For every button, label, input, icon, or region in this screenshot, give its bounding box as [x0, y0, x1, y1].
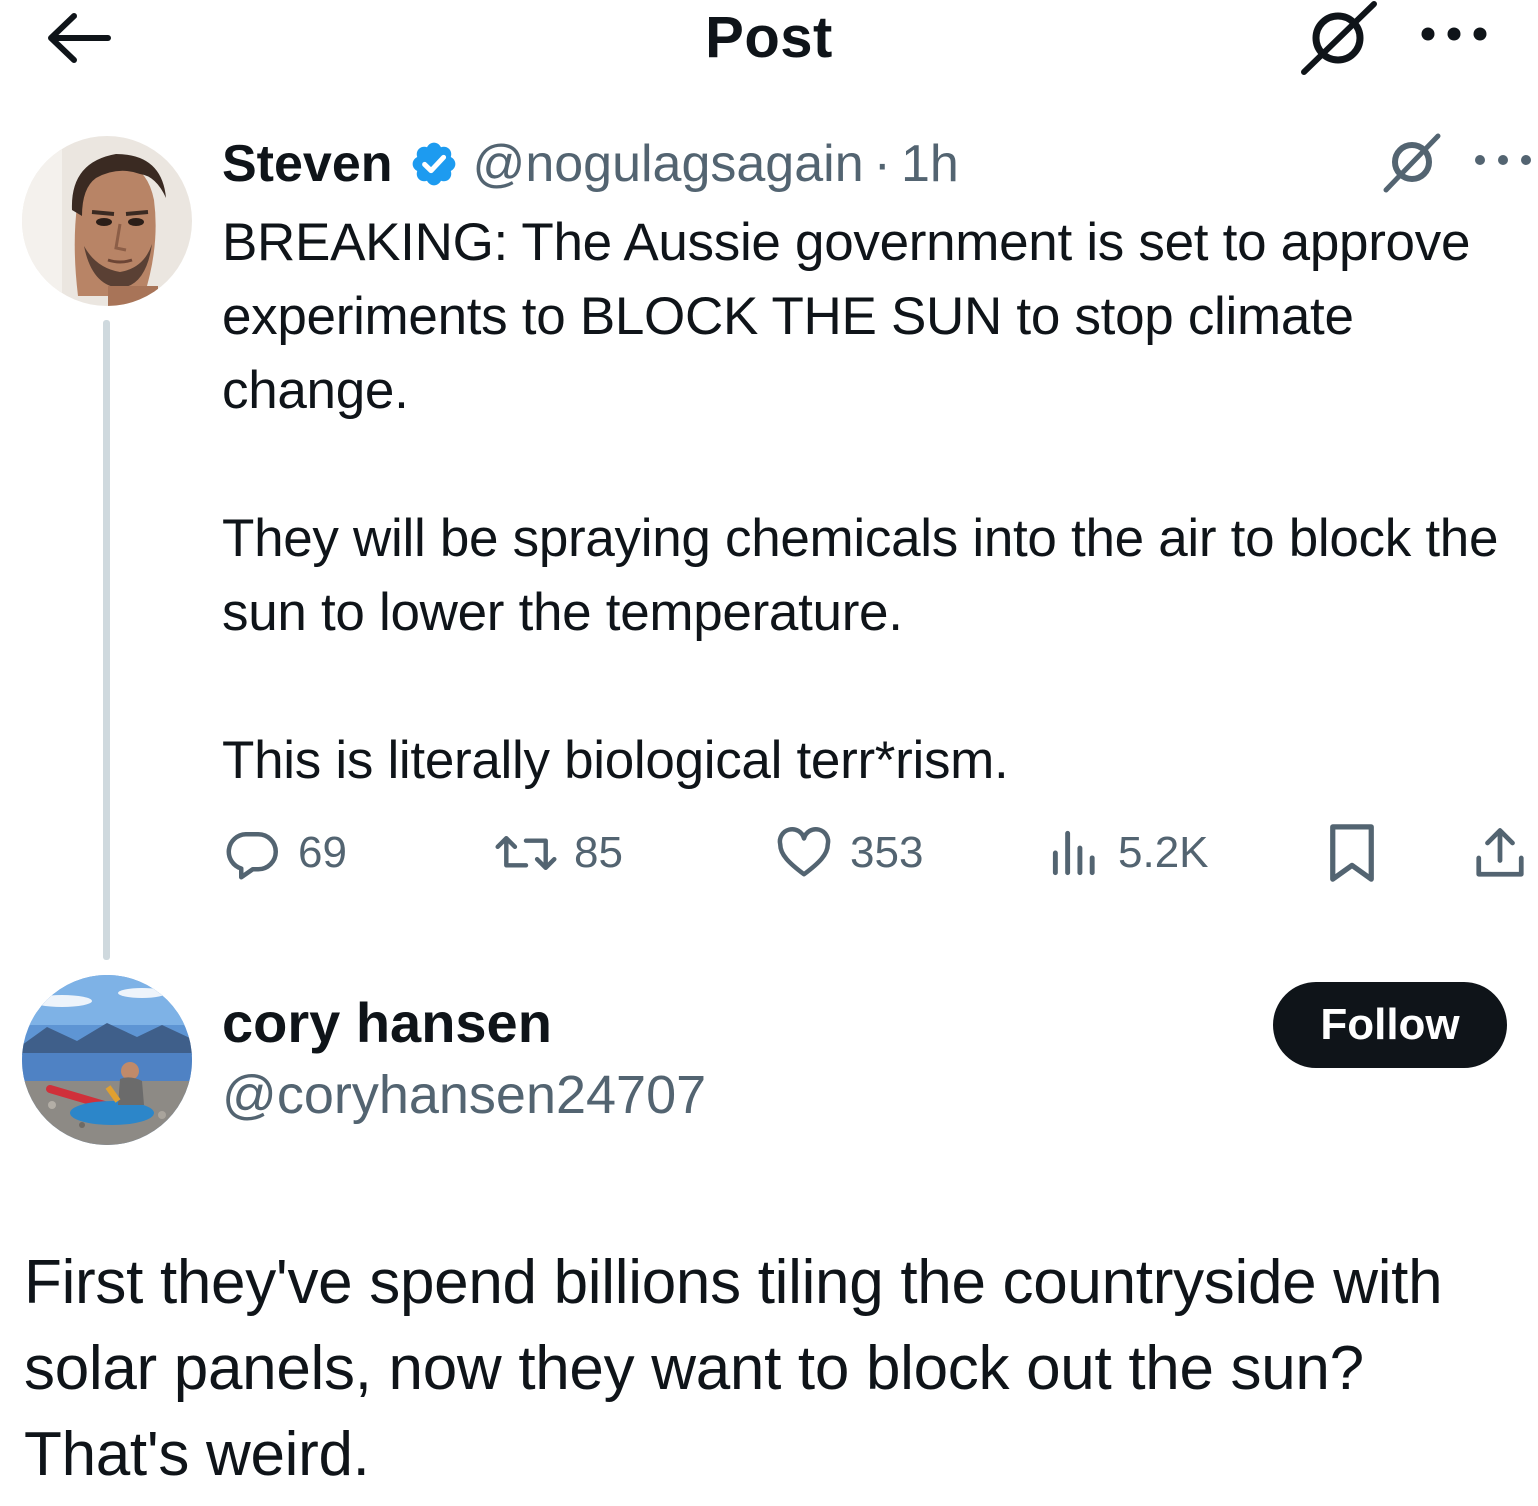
author-display-name[interactable]: Steven	[222, 134, 393, 194]
grok-icon	[1383, 133, 1441, 193]
tweet-grok-button[interactable]	[1378, 128, 1448, 194]
reply-author-handle[interactable]: @coryhansen24707	[222, 1064, 706, 1126]
reply-count: 69	[298, 828, 347, 877]
tweet-text: BREAKING: The Aussie government is set t…	[222, 213, 1499, 790]
share-icon	[1476, 828, 1524, 877]
views-button[interactable]: 5.2K	[1048, 820, 1209, 886]
verified-badge-icon	[409, 139, 459, 189]
share-button[interactable]	[1470, 820, 1530, 886]
separator-dot: ·	[873, 135, 891, 193]
view-count: 5.2K	[1118, 828, 1209, 877]
bookmark-icon	[1330, 824, 1374, 882]
follow-button[interactable]: Follow	[1273, 982, 1507, 1068]
reply-icon	[226, 832, 278, 880]
more-horizontal-icon	[1475, 155, 1531, 165]
more-options-button[interactable]	[1414, 14, 1494, 54]
reply-text: First they've spend billions tiling the …	[24, 1248, 1443, 1489]
repost-button[interactable]: 85	[494, 820, 623, 886]
repost-count: 85	[574, 828, 623, 877]
reply-author-display-name[interactable]: cory hansen	[222, 990, 552, 1055]
grok-icon	[1301, 1, 1377, 75]
avatar[interactable]	[22, 136, 192, 306]
tweet-author-row: Steven @nogulagsagain · 1h	[222, 132, 959, 196]
post-page: Post Steven @nogulagsagain · 1h BREAKING…	[0, 0, 1538, 1506]
more-horizontal-icon	[1421, 27, 1487, 41]
timestamp[interactable]: 1h	[901, 134, 959, 194]
author-handle[interactable]: @nogulagsagain	[473, 134, 864, 194]
heart-icon	[777, 827, 831, 877]
thread-connector	[103, 320, 110, 960]
tweet-more-button[interactable]	[1470, 142, 1536, 178]
bookmark-button[interactable]	[1324, 820, 1380, 886]
repost-icon	[495, 836, 557, 870]
grok-button[interactable]	[1296, 0, 1382, 76]
like-count: 353	[850, 828, 924, 877]
like-button[interactable]: 353	[774, 820, 923, 886]
reply-button[interactable]: 69	[222, 820, 347, 886]
avatar[interactable]	[22, 975, 192, 1145]
analytics-icon	[1052, 830, 1095, 876]
